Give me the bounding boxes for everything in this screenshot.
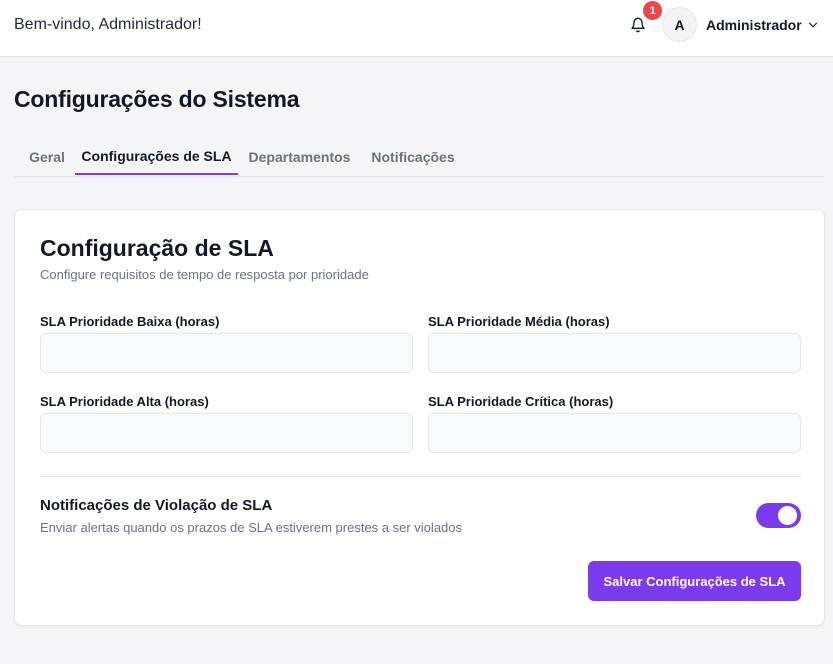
divider xyxy=(40,476,801,477)
user-menu-name[interactable]: Administrador xyxy=(706,17,802,33)
sla-high-label: SLA Prioridade Alta (horas) xyxy=(40,394,209,409)
notification-count-badge: 1 xyxy=(643,1,662,20)
tab-notificacoes[interactable]: Notificações xyxy=(363,139,463,175)
sla-critical-label: SLA Prioridade Crítica (horas) xyxy=(428,394,614,409)
violation-notifications-title: Notificações de Violação de SLA xyxy=(40,497,273,514)
tab-departamentos[interactable]: Departamentos xyxy=(240,139,359,175)
violation-notifications-description: Enviar alertas quando os prazos de SLA e… xyxy=(40,520,463,535)
page-title: Configurações do Sistema xyxy=(14,86,300,112)
sla-high-input[interactable] xyxy=(40,413,413,453)
top-bar: Bem-vindo, Administrador! 1 A Administra… xyxy=(0,0,833,57)
sla-low-label: SLA Prioridade Baixa (horas) xyxy=(40,314,220,329)
tab-geral[interactable]: Geral xyxy=(18,139,76,175)
chevron-down-icon[interactable] xyxy=(806,18,820,32)
save-sla-button[interactable]: Salvar Configurações de SLA xyxy=(588,561,801,601)
toggle-knob xyxy=(778,506,797,525)
bell-icon xyxy=(631,17,645,33)
sla-medium-input[interactable] xyxy=(428,333,801,373)
avatar[interactable]: A xyxy=(662,7,697,42)
sla-low-input[interactable] xyxy=(40,333,413,373)
card-subtitle: Configure requisitos de tempo de respost… xyxy=(40,267,369,282)
violation-notifications-toggle[interactable] xyxy=(756,503,801,528)
sla-settings-card: Configuração de SLA Configure requisitos… xyxy=(14,209,825,626)
sla-medium-label: SLA Prioridade Média (horas) xyxy=(428,314,610,329)
card-title: Configuração de SLA xyxy=(40,235,274,261)
tab-sla[interactable]: Configurações de SLA xyxy=(75,139,238,175)
settings-tabs: Geral Configurações de SLA Departamentos… xyxy=(14,139,825,177)
welcome-text: Bem-vindo, Administrador! xyxy=(14,16,202,33)
notifications-button[interactable] xyxy=(628,15,648,35)
sla-critical-input[interactable] xyxy=(428,413,801,453)
